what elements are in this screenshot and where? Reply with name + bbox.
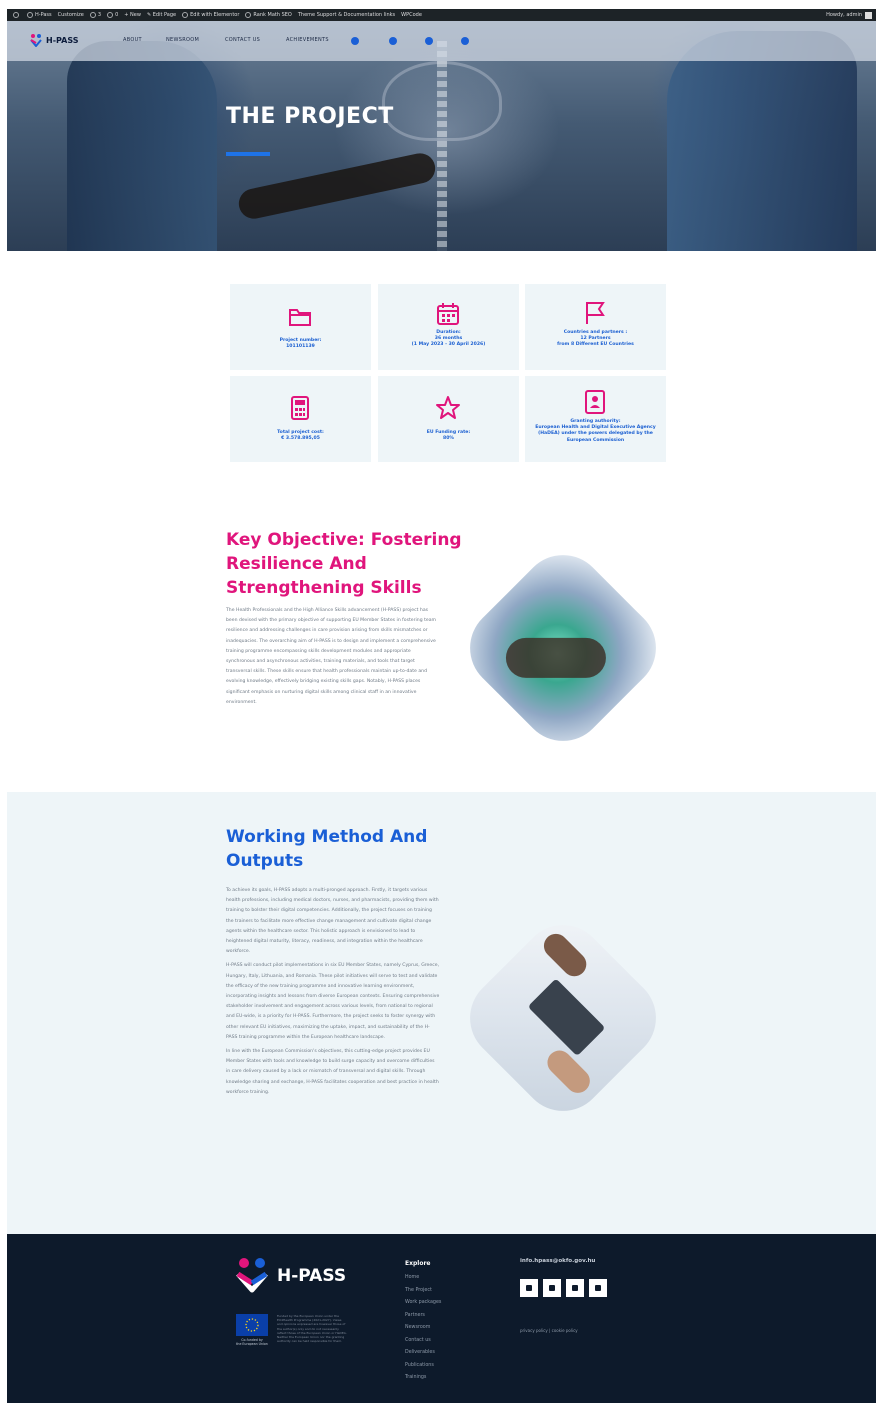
admin-bar-edit-page[interactable]: ✎ Edit Page	[147, 12, 176, 18]
eu-disclaimer: Funded by the European Union under the E…	[277, 1314, 347, 1344]
admin-bar-site[interactable]: H-Pass	[27, 12, 52, 18]
footer-logo-icon	[236, 1258, 268, 1293]
footer-link-publications[interactable]: Publications	[405, 1363, 434, 1368]
stat-card-project-number: Project number: 101101139	[230, 284, 371, 370]
calendar-icon	[437, 303, 459, 325]
stat-text: Granting authority: European Health and …	[535, 419, 656, 443]
footer-link-work-packages[interactable]: Work packages	[405, 1300, 441, 1305]
refresh-icon	[89, 12, 96, 18]
admin-bar-comments[interactable]: 0	[107, 12, 118, 18]
h-pass-logo-icon	[30, 34, 42, 47]
admin-bar-customize[interactable]: Customize	[58, 12, 84, 18]
admin-bar-theme-support[interactable]: Theme Support & Documentation links	[298, 12, 395, 18]
admin-bar: H-Pass Customize 3 0 + New ✎ Edit Page E…	[7, 9, 876, 21]
stat-text: Project number: 101101139	[279, 338, 322, 350]
footer-twitter-icon[interactable]	[589, 1279, 607, 1297]
stat-text: Duration: 36 months (1 May 2023 - 30 Apr…	[411, 330, 486, 348]
admin-bar-updates[interactable]: 3	[89, 12, 101, 18]
footer-link-trainings[interactable]: Trainings	[405, 1375, 426, 1380]
stat-card-total-cost: Total project cost: € 3.578.895,05	[230, 376, 371, 462]
footer-link-partners[interactable]: Partners	[405, 1313, 425, 1318]
key-objective-text: The Health Professionals and the High Al…	[226, 608, 437, 705]
nav-link-newsroom[interactable]: NEWSROOM	[166, 37, 199, 43]
star-icon	[436, 396, 460, 419]
admin-bar-wpcode[interactable]: WPCode	[401, 12, 422, 18]
footer-email-icon[interactable]	[520, 1279, 538, 1297]
admin-bar-account[interactable]: Howdy, admin	[826, 11, 872, 19]
footer-link-the-project[interactable]: The Project	[405, 1288, 432, 1293]
working-method-heading: Working Method And Outputs	[226, 827, 428, 871]
flag-icon	[586, 302, 605, 324]
wordpress-logo-icon[interactable]	[13, 12, 21, 18]
footer-youtube-icon[interactable]	[543, 1279, 561, 1297]
working-method-text: To achieve its goals, H-PASS adopts a mu…	[226, 888, 440, 1095]
hand-left	[538, 928, 592, 982]
stat-card-eu-funding: EU Funding rate: 80%	[378, 376, 519, 462]
email-icon[interactable]	[351, 37, 359, 45]
footer-link-contact-us[interactable]: Contact us	[405, 1338, 431, 1343]
tablet-screen	[527, 978, 606, 1057]
avatar	[865, 11, 872, 19]
stat-card-granting-authority: Granting authority: European Health and …	[525, 376, 666, 462]
footer-logo-text: H-PASS	[277, 1266, 347, 1286]
hero-figure-right	[667, 31, 857, 251]
hero-xray-spine	[437, 41, 447, 251]
footer-linkedin-icon[interactable]	[566, 1279, 584, 1297]
key-objective-heading: Key Objective: Fostering Resilience And …	[226, 530, 462, 598]
admin-bar-new[interactable]: + New	[124, 12, 141, 18]
footer-link-home[interactable]: Home	[405, 1275, 419, 1280]
logo-text: H-PASS	[46, 35, 79, 45]
admin-bar-edit-elementor[interactable]: Edit with Elementor	[182, 12, 239, 18]
stat-text: Total project cost: € 3.578.895,05	[277, 430, 324, 442]
comment-icon	[107, 12, 114, 18]
digital-health-image	[452, 537, 674, 759]
admin-bar-rank-math[interactable]: Rank Math SEO	[245, 12, 292, 18]
footer-email[interactable]: info.hpass@okfo.gov.hu	[520, 1258, 595, 1264]
id-card-icon	[585, 390, 605, 414]
stat-card-duration: Duration: 36 months (1 May 2023 - 30 Apr…	[378, 284, 519, 370]
hero-hand	[236, 150, 438, 222]
footer-link-deliverables[interactable]: Deliverables	[405, 1350, 435, 1355]
twitter-icon[interactable]	[461, 37, 469, 45]
nav-link-about[interactable]: ABOUT	[123, 37, 142, 43]
folder-icon	[289, 309, 311, 326]
hands-with-tablet	[505, 637, 606, 678]
site-footer: H-PASS Co-funded by the European Union F…	[7, 1234, 876, 1403]
calculator-icon	[291, 396, 309, 420]
eu-caption: Co-funded by the European Union	[236, 1338, 268, 1346]
page: H-Pass Customize 3 0 + New ✎ Edit Page E…	[0, 0, 876, 1403]
nav-link-contact-us[interactable]: CONTACT US	[225, 37, 260, 43]
stat-text: EU Funding rate: 80%	[426, 430, 471, 442]
linkedin-icon[interactable]	[425, 37, 433, 45]
stat-card-countries-partners: Countries and partners : 12 Partners fro…	[525, 284, 666, 370]
youtube-icon[interactable]	[389, 37, 397, 45]
stat-text: Countries and partners : 12 Partners fro…	[557, 330, 634, 348]
eu-flag-icon	[236, 1314, 268, 1336]
hero-figure-left	[67, 41, 217, 251]
page-title: THE PROJECT	[226, 104, 394, 129]
site-logo[interactable]: H-PASS	[29, 33, 79, 47]
home-icon	[27, 12, 33, 18]
title-underline	[226, 152, 270, 156]
explore-heading: Explore	[405, 1260, 431, 1267]
rank-math-icon	[245, 12, 252, 18]
hand-right	[542, 1045, 595, 1098]
elementor-icon	[182, 12, 189, 18]
nav-link-achievements[interactable]: ACHIEVEMENTS	[286, 37, 329, 43]
working-method-section	[7, 792, 876, 1234]
footer-credits[interactable]: privacy policy | cookie policy	[520, 1328, 578, 1333]
footer-link-newsroom[interactable]: Newsroom	[405, 1325, 430, 1330]
